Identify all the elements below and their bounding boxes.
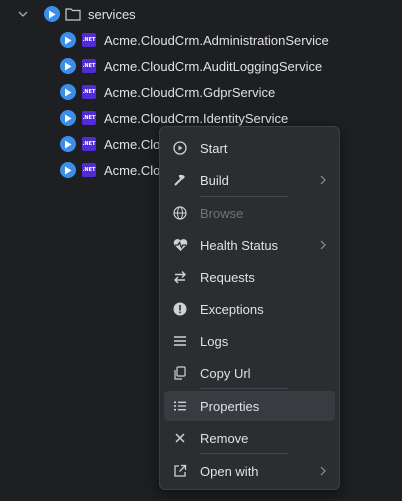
exclamation-icon [172, 301, 188, 317]
hammer-icon [172, 172, 188, 188]
menu-separator [200, 453, 288, 454]
context-menu: Start Build Browse Health Status Request… [159, 126, 340, 490]
menu-item-label: Logs [200, 333, 229, 349]
dotnet-project-icon: .NET [82, 59, 96, 73]
menu-item-label: Exceptions [200, 301, 264, 317]
menu-item-label: Health Status [200, 237, 279, 253]
service-label: Acme.Clo [104, 162, 160, 178]
run-service-icon[interactable] [60, 162, 76, 178]
list-icon [172, 398, 188, 414]
service-label: Acme.Clo [104, 136, 160, 152]
chevron-right-icon [320, 466, 326, 476]
menu-item-start[interactable]: Start [164, 133, 335, 163]
service-label: Acme.CloudCrm.AdministrationService [104, 32, 329, 48]
dotnet-project-icon: .NET [82, 163, 96, 177]
menu-item-browse: Browse [164, 198, 335, 228]
menu-item-logs[interactable]: Logs [164, 326, 335, 356]
run-service-icon[interactable] [60, 58, 76, 74]
tree-service-row[interactable]: .NET Acme.CloudCrm.GdprService [60, 80, 400, 104]
menu-item-label: Start [200, 140, 228, 156]
menu-item-label: Remove [200, 430, 249, 446]
menu-item-remove[interactable]: Remove [164, 423, 335, 453]
service-label: Acme.CloudCrm.AuditLoggingService [104, 58, 323, 74]
chevron-right-icon [320, 175, 326, 185]
menu-item-label: Build [200, 172, 229, 188]
external-link-icon [172, 463, 188, 479]
play-circle-icon [172, 140, 188, 156]
chevron-down-icon[interactable] [17, 8, 29, 20]
menu-item-health-status[interactable]: Health Status [164, 230, 335, 260]
menu-item-label: Requests [200, 269, 255, 285]
folder-icon [65, 8, 81, 21]
run-folder-icon[interactable] [44, 6, 60, 22]
menu-item-exceptions[interactable]: Exceptions [164, 294, 335, 324]
dotnet-project-icon: .NET [82, 33, 96, 47]
run-service-icon[interactable] [60, 136, 76, 152]
menu-item-copy-url[interactable]: Copy Url [164, 358, 335, 388]
menu-separator [200, 388, 288, 389]
tree-service-row[interactable]: .NET Acme.Clo [60, 158, 160, 182]
tree-service-row[interactable]: .NET Acme.CloudCrm.AdministrationService [60, 28, 400, 52]
copy-icon [172, 365, 188, 381]
menu-item-requests[interactable]: Requests [164, 262, 335, 292]
dotnet-project-icon: .NET [82, 137, 96, 151]
run-service-icon[interactable] [60, 32, 76, 48]
menu-separator [200, 196, 288, 197]
menu-item-label: Browse [200, 205, 244, 221]
close-icon [172, 430, 188, 446]
swap-arrows-icon [172, 269, 188, 285]
dotnet-project-icon: .NET [82, 111, 96, 125]
menu-item-build[interactable]: Build [164, 165, 335, 195]
run-service-icon[interactable] [60, 110, 76, 126]
menu-item-properties[interactable]: Properties [164, 391, 335, 421]
service-label: Acme.CloudCrm.GdprService [104, 84, 276, 100]
tree-service-row[interactable]: .NET Acme.Clo [60, 132, 160, 156]
heartbeat-icon [172, 237, 188, 253]
dotnet-project-icon: .NET [82, 85, 96, 99]
menu-item-label: Properties [200, 398, 260, 414]
service-label: Acme.CloudCrm.IdentityService [104, 110, 289, 126]
lines-icon [172, 333, 188, 349]
menu-item-open-with[interactable]: Open with [164, 456, 335, 486]
chevron-right-icon [320, 240, 326, 250]
globe-icon [172, 205, 188, 221]
run-service-icon[interactable] [60, 84, 76, 100]
folder-label: services [88, 6, 136, 22]
menu-item-label: Copy Url [200, 365, 251, 381]
menu-item-label: Open with [200, 463, 259, 479]
tree-service-row[interactable]: .NET Acme.CloudCrm.AuditLoggingService [60, 54, 400, 78]
tree-folder-services[interactable]: services [16, 2, 396, 26]
